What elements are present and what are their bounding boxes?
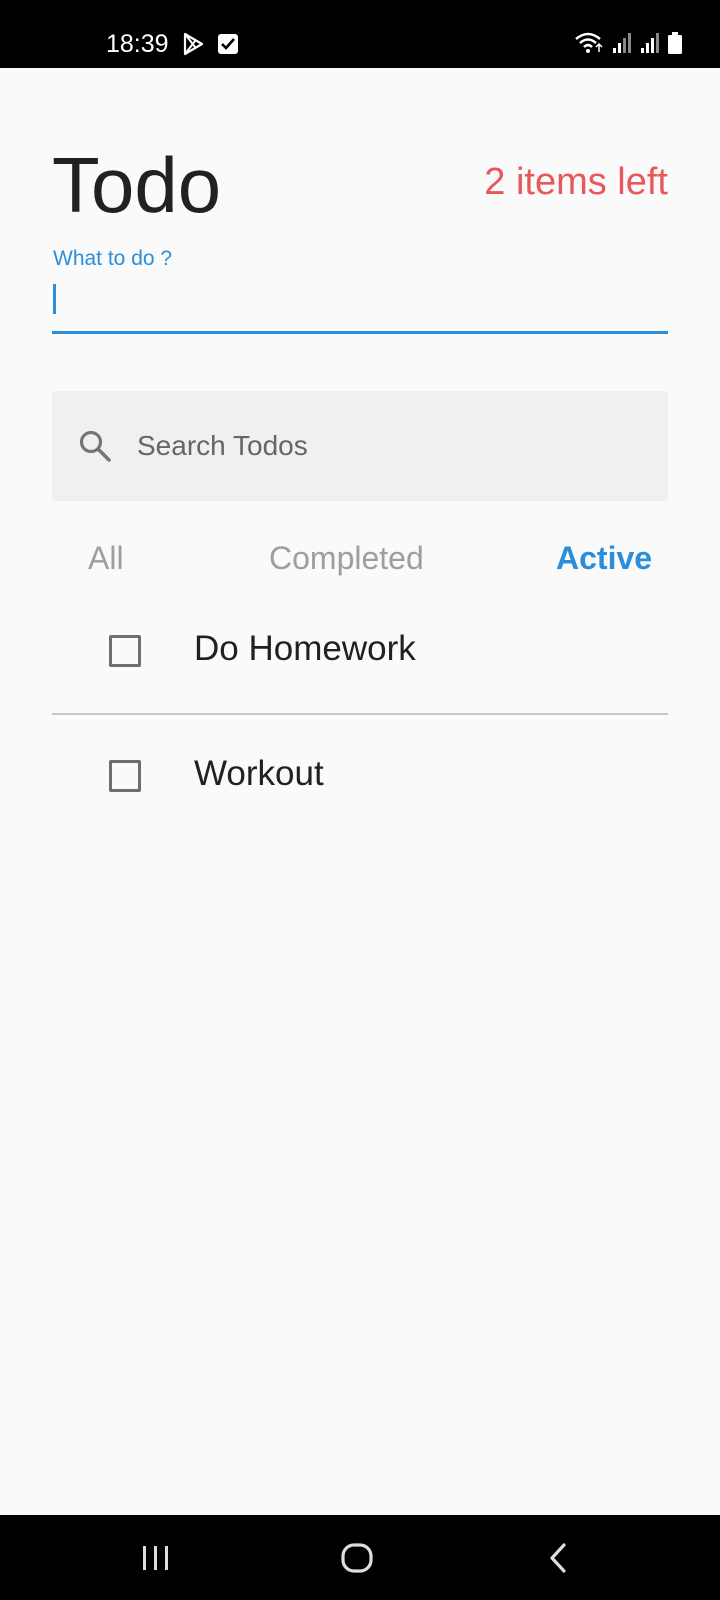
todo-text: Workout bbox=[194, 754, 324, 793]
back-icon bbox=[550, 1542, 566, 1573]
search-input[interactable] bbox=[137, 421, 637, 471]
home-button[interactable] bbox=[297, 1515, 417, 1600]
todo-checkbox[interactable] bbox=[109, 760, 141, 792]
recent-apps-icon bbox=[143, 1545, 168, 1570]
recent-apps-button[interactable] bbox=[96, 1515, 216, 1600]
search-box[interactable] bbox=[52, 391, 668, 501]
filter-tab-active[interactable]: Active bbox=[556, 538, 652, 578]
todo-list-item[interactable]: Workout bbox=[52, 715, 668, 835]
todo-checkbox[interactable] bbox=[109, 635, 141, 667]
wifi-icon bbox=[575, 32, 603, 53]
page-title: Todo bbox=[52, 141, 222, 229]
signal-icon bbox=[641, 33, 659, 53]
checkbox-notification-icon bbox=[218, 34, 238, 54]
battery-icon bbox=[668, 32, 682, 54]
play-store-icon bbox=[183, 32, 204, 56]
status-right-icons bbox=[574, 30, 682, 54]
home-icon bbox=[341, 1542, 373, 1573]
todo-list-item[interactable]: Do Homework bbox=[52, 588, 668, 708]
todo-text: Do Homework bbox=[194, 629, 416, 668]
status-left-icons bbox=[181, 32, 239, 56]
todo-input[interactable] bbox=[52, 278, 668, 334]
todo-input-label: What to do ? bbox=[53, 247, 173, 270]
filter-tab-all[interactable]: All bbox=[88, 538, 124, 578]
status-bar: 18:39 bbox=[0, 0, 720, 68]
items-left-counter: 2 items left bbox=[484, 161, 668, 203]
search-icon bbox=[79, 430, 111, 462]
filter-tab-completed[interactable]: Completed bbox=[269, 538, 424, 578]
back-button[interactable] bbox=[498, 1515, 618, 1600]
system-nav-bar bbox=[0, 1515, 720, 1600]
status-time: 18:39 bbox=[106, 30, 169, 58]
signal-icon bbox=[613, 33, 631, 53]
text-cursor bbox=[53, 284, 56, 314]
